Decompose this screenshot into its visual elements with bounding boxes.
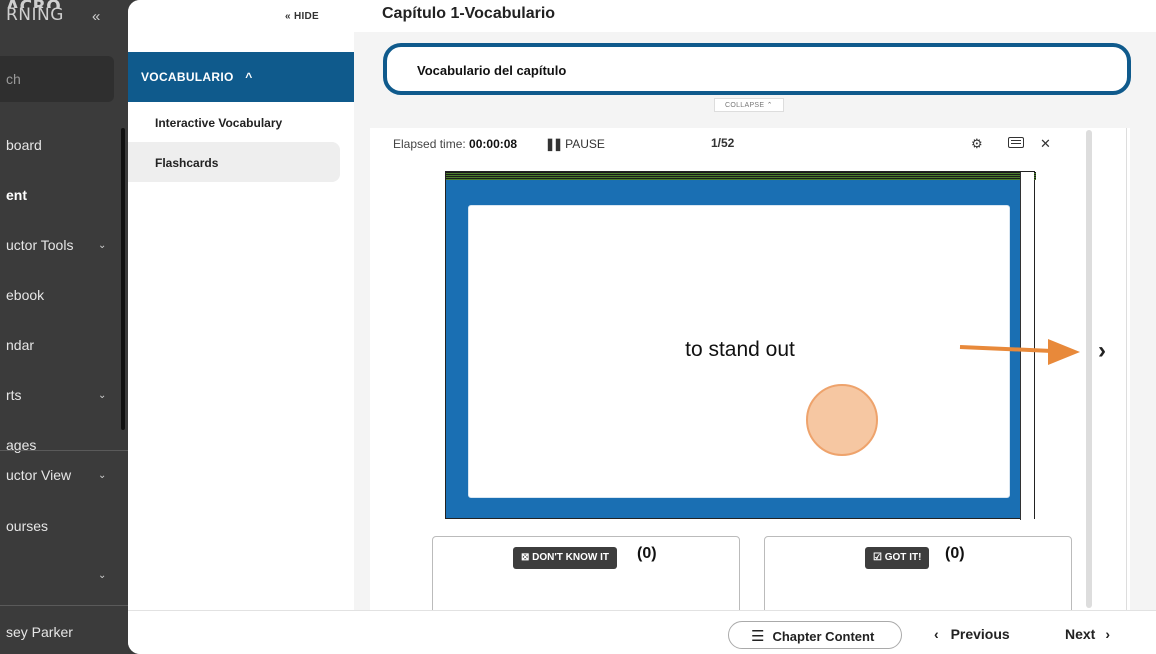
chevron-down-icon[interactable]: ⌄: [98, 570, 106, 581]
main-content: Capítulo 1-Vocabulario Vocabulario del c…: [354, 0, 1156, 616]
elapsed-time: Elapsed time: 00:00:08: [393, 137, 517, 151]
got-it-panel: ☑ GOT IT! (0): [764, 536, 1072, 616]
sidebar-item-flashcards[interactable]: Flashcards: [155, 156, 218, 170]
pause-button[interactable]: ❚❚ PAUSE: [545, 137, 605, 151]
app-frame: ACRO RNING « ch board ent uctor Tools ⌄ …: [0, 0, 1156, 654]
user-name[interactable]: sey Parker: [6, 624, 73, 640]
card-scrollbar[interactable]: [1086, 130, 1092, 608]
main-navigation: ACRO RNING « ch board ent uctor Tools ⌄ …: [0, 0, 128, 654]
flashcard-area: Elapsed time: 00:00:08 ❚❚ PAUSE 1/52 ⚙ ✕ …: [370, 128, 1130, 616]
fullscreen-icon[interactable]: ✕: [1040, 136, 1051, 152]
elapsed-label: Elapsed time:: [393, 137, 466, 151]
arrow-pointer-icon: [959, 339, 1080, 365]
x-box-icon: ⊠: [521, 552, 533, 563]
chevron-up-icon: ^: [245, 70, 253, 84]
got-it-label: GOT IT!: [884, 552, 922, 563]
search-field[interactable]: ch: [0, 56, 114, 102]
page-title: Capítulo 1-Vocabulario: [382, 5, 556, 22]
vocabulario-section-header[interactable]: VOCABULARIO ^: [128, 52, 354, 102]
main-header: Capítulo 1-Vocabulario: [354, 0, 1156, 32]
bottom-navigation: ☰ Chapter Content ‹ Previous Next ›: [128, 610, 1156, 654]
nav-item-courses[interactable]: ourses: [6, 518, 48, 534]
hide-sidebar-button[interactable]: « HIDE: [285, 11, 319, 22]
chapter-content-button[interactable]: ☰ Chapter Content: [728, 621, 902, 649]
previous-button[interactable]: ‹ Previous: [934, 626, 1010, 642]
nav-item-dashboard[interactable]: board: [6, 137, 42, 153]
brand-logo: ACRO RNING: [6, 0, 64, 25]
card-top-edge: [446, 172, 1036, 180]
card-counter: 1/52: [711, 136, 735, 150]
got-it-button[interactable]: ☑ GOT IT!: [865, 547, 930, 569]
next-card-chevron-icon[interactable]: ›: [1098, 337, 1106, 365]
chapter-content-label: Chapter Content: [772, 629, 875, 644]
sidebar-item-interactive-vocabulary[interactable]: Interactive Vocabulary: [155, 116, 282, 130]
nav-divider: [0, 605, 128, 606]
chevron-left-icon: ‹: [934, 626, 943, 642]
section-label: VOCABULARIO: [141, 70, 234, 84]
chevron-down-icon[interactable]: ⌄: [98, 390, 106, 401]
chevron-right-icon: ›: [1105, 626, 1111, 642]
next-button[interactable]: Next ›: [1065, 626, 1110, 642]
logo-line-2: RNING: [6, 5, 64, 25]
dont-know-label: DON'T KNOW IT: [532, 552, 609, 563]
tap-indicator: [806, 384, 878, 456]
flashcard[interactable]: to stand out: [445, 171, 1036, 520]
chapter-sidebar: « HIDE VOCABULARIO ^ Interactive Vocabul…: [128, 0, 354, 610]
next-label: Next: [1065, 626, 1096, 642]
vocabulary-panel-header: Vocabulario del capítulo: [383, 43, 1131, 95]
dont-know-count: (0): [637, 545, 657, 562]
panel-title: Vocabulario del capítulo: [417, 63, 567, 78]
nav-item-gradebook[interactable]: ebook: [6, 287, 44, 303]
dont-know-button[interactable]: ⊠ DON'T KNOW IT: [513, 547, 617, 569]
chevron-down-icon[interactable]: ⌄: [98, 240, 106, 251]
keyboard-icon[interactable]: [1008, 136, 1024, 151]
pause-label: PAUSE: [565, 137, 605, 151]
card-area-divider: [1126, 128, 1127, 610]
nav-divider: [0, 450, 128, 451]
pause-icon: ❚❚: [545, 137, 563, 151]
elapsed-value: 00:00:08: [469, 137, 518, 151]
nav-item-content[interactable]: ent: [6, 187, 27, 203]
flashcard-face[interactable]: to stand out: [468, 205, 1010, 498]
list-icon: ☰: [751, 628, 765, 645]
got-it-count: (0): [945, 545, 965, 562]
nav-item-instructor-view[interactable]: uctor View: [6, 467, 71, 483]
check-box-icon: ☑: [873, 552, 885, 563]
collapse-button[interactable]: COLLAPSE ⌃: [714, 98, 784, 112]
flashcard-term: to stand out: [685, 338, 795, 361]
collapse-nav-icon[interactable]: «: [92, 8, 100, 25]
nav-item-reports[interactable]: rts: [6, 387, 22, 403]
chevron-down-icon[interactable]: ⌄: [98, 470, 106, 481]
nav-item-calendar[interactable]: ndar: [6, 337, 34, 353]
settings-gear-icon[interactable]: ⚙: [971, 136, 983, 152]
nav-scrollbar[interactable]: [121, 128, 125, 430]
previous-label: Previous: [950, 626, 1010, 642]
content-panel: « HIDE VOCABULARIO ^ Interactive Vocabul…: [128, 0, 1156, 654]
dont-know-panel: ⊠ DON'T KNOW IT (0): [432, 536, 740, 616]
nav-item-instructor-tools[interactable]: uctor Tools: [6, 237, 73, 253]
